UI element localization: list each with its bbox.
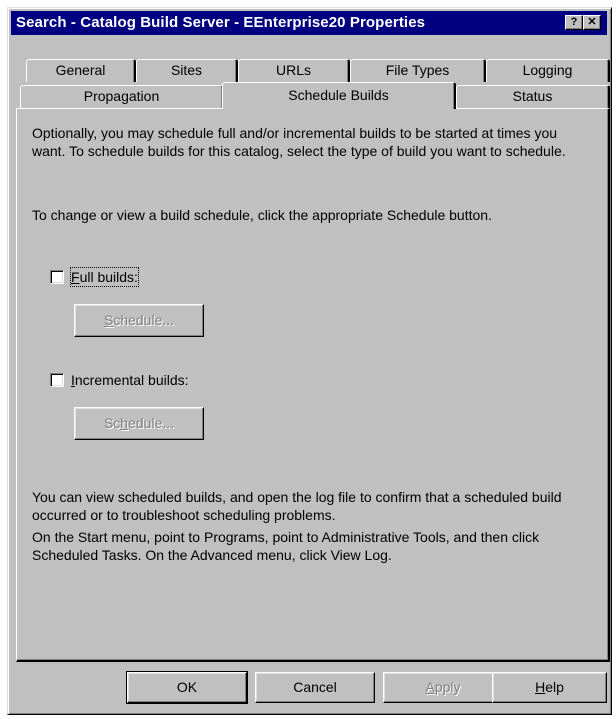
tab-label: Logging — [522, 62, 573, 78]
intro-text: Optionally, you may schedule full and/or… — [32, 125, 566, 159]
incremental-builds-label[interactable]: Incremental builds: — [71, 371, 189, 389]
ok-label: OK — [176, 679, 198, 695]
apply-mnemonic: A — [425, 679, 435, 695]
tab-label: Schedule Builds — [288, 87, 389, 103]
question-mark-icon: ? — [570, 16, 578, 28]
window-title: Search - Catalog Build Server - EEnterpr… — [16, 14, 426, 31]
help-button[interactable]: Help — [492, 672, 607, 703]
tab-general[interactable]: General — [26, 59, 136, 82]
properties-dialog: Search - Catalog Build Server - EEnterpr… — [7, 7, 612, 715]
tab-label: Sites — [170, 62, 203, 78]
tab-logging[interactable]: Logging — [486, 59, 610, 82]
tab-schedule-builds[interactable]: Schedule Builds — [222, 82, 456, 109]
help-label-rest: elp — [545, 679, 564, 695]
footer-text-1: You can view scheduled builds, and open … — [32, 489, 562, 523]
help-mnemonic: H — [535, 679, 546, 695]
full-builds-label[interactable]: Full builds: — [70, 267, 139, 287]
tab-label: Status — [512, 88, 553, 104]
schedule-mnemonic: h — [120, 415, 129, 431]
tab-label: General — [55, 62, 106, 78]
footer-text-2: On the Start menu, point to Programs, po… — [32, 529, 540, 563]
apply-button[interactable]: Apply — [383, 672, 503, 703]
tab-label: Propagation — [83, 88, 160, 104]
tab-label: URLs — [275, 62, 311, 78]
cancel-button[interactable]: Cancel — [255, 672, 375, 703]
schedule-label-post: edule... — [128, 415, 175, 431]
incremental-builds-checkbox[interactable] — [50, 373, 64, 387]
help-title-button[interactable]: ? — [565, 15, 583, 30]
change-hint-text: To change or view a build schedule, clic… — [32, 207, 492, 223]
apply-label-rest: pply — [434, 679, 461, 695]
tab-propagation[interactable]: Propagation — [20, 85, 224, 110]
tab-panel: Optionally, you may schedule full and/or… — [16, 108, 610, 662]
schedule-label-pre: Sc — [103, 415, 121, 431]
full-builds-checkbox[interactable] — [50, 270, 64, 284]
full-builds-mnemonic: F — [71, 269, 80, 285]
tab-label: File Types — [385, 62, 450, 78]
close-title-button[interactable]: ✕ — [583, 15, 601, 30]
schedule-label-rest: chedule... — [113, 312, 175, 328]
title-bar[interactable]: Search - Catalog Build Server - EEnterpr… — [11, 11, 607, 35]
incremental-builds-label-rest: ncremental builds: — [74, 372, 189, 388]
schedule-mnemonic: S — [103, 312, 114, 328]
tab-sites[interactable]: Sites — [136, 59, 238, 82]
full-builds-label-rest: ull builds: — [79, 269, 138, 285]
cancel-label: Cancel — [293, 679, 337, 695]
incremental-builds-schedule-button[interactable]: Schedule... — [74, 407, 204, 440]
close-icon: ✕ — [587, 16, 597, 28]
tab-status[interactable]: Status — [456, 85, 610, 110]
tab-file-types[interactable]: File Types — [350, 59, 486, 82]
full-builds-schedule-button[interactable]: Schedule... — [74, 304, 204, 337]
ok-button[interactable]: OK — [126, 671, 248, 704]
tab-urls[interactable]: URLs — [238, 59, 350, 82]
